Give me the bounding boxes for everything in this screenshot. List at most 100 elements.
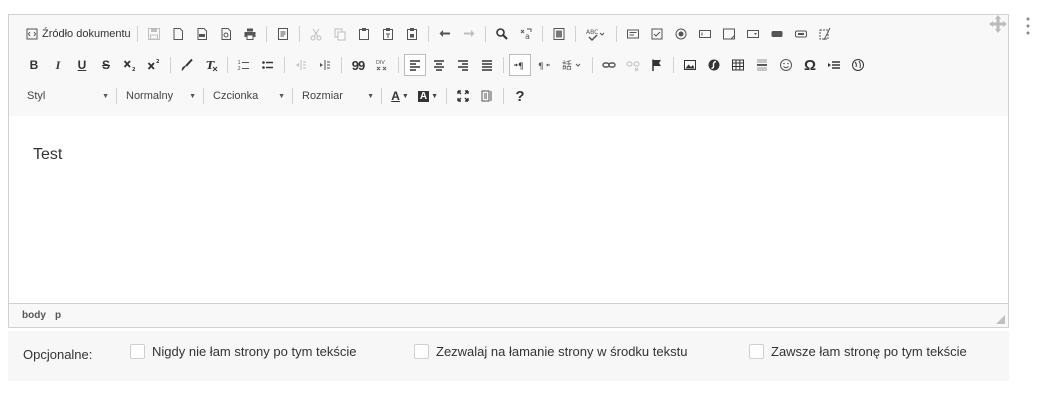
paste-button[interactable] — [353, 23, 375, 45]
checkbox[interactable] — [749, 344, 764, 359]
move-icon[interactable] — [988, 14, 1008, 34]
templates-button[interactable] — [272, 23, 294, 45]
button-field-button[interactable] — [766, 23, 788, 45]
page-break-button[interactable] — [823, 54, 845, 76]
strike-button[interactable]: S — [95, 54, 117, 76]
remove-format-button[interactable]: T — [200, 54, 222, 76]
format-combo[interactable]: Normalny ▼ — [122, 85, 200, 107]
source-button[interactable]: Źródło dokumentu — [23, 23, 134, 45]
option-never-break[interactable]: Nigdy nie łam strony po tym tekście — [130, 344, 356, 359]
hidden-field-button[interactable] — [814, 23, 836, 45]
form-button[interactable] — [622, 23, 644, 45]
align-right-button[interactable] — [452, 54, 474, 76]
help-button[interactable]: ? — [509, 85, 531, 107]
text-field-button[interactable] — [694, 23, 716, 45]
toolbar-separator — [341, 57, 342, 73]
special-char-button[interactable]: Ω — [799, 54, 821, 76]
underline-button[interactable]: U — [71, 54, 93, 76]
superscript-button[interactable]: 2 — [143, 54, 165, 76]
indent-button[interactable] — [314, 54, 336, 76]
rtl-button[interactable]: ¶ — [533, 54, 555, 76]
copy-button[interactable] — [329, 23, 351, 45]
bg-color-button[interactable]: A ▼ — [415, 85, 441, 107]
maximize-button[interactable] — [452, 85, 474, 107]
numbered-list-button[interactable]: 12 — [233, 54, 255, 76]
align-center-button[interactable] — [428, 54, 450, 76]
text-color-button[interactable]: A ▼ — [387, 85, 413, 107]
paste-text-button[interactable] — [377, 23, 399, 45]
show-blocks-button[interactable] — [476, 85, 498, 107]
remove-format-icon: T — [206, 59, 218, 72]
table-icon — [732, 59, 744, 71]
toolbar-separator — [541, 26, 543, 42]
rtl-icon: ¶ — [538, 62, 550, 72]
image-button-field-button[interactable] — [790, 23, 812, 45]
kebab-menu-icon[interactable] — [1024, 16, 1032, 36]
horizontal-rule-button[interactable] — [751, 54, 773, 76]
flash-button[interactable] — [703, 54, 725, 76]
export-pdf-button[interactable] — [191, 23, 213, 45]
subscript-button[interactable]: 2 — [119, 54, 141, 76]
editor-content[interactable]: Test — [9, 116, 1008, 304]
svg-text:a: a — [525, 32, 530, 41]
checkbox-button[interactable] — [646, 23, 668, 45]
chevron-down-icon: ▼ — [401, 92, 409, 100]
save-button[interactable] — [143, 23, 165, 45]
textarea-button[interactable] — [718, 23, 740, 45]
ltr-button[interactable]: ¶ — [509, 54, 531, 76]
toolbar-separator — [203, 88, 204, 104]
form-icon — [626, 29, 639, 39]
checkbox[interactable] — [130, 344, 145, 359]
align-left-button[interactable] — [404, 54, 426, 76]
replace-button[interactable]: a — [515, 23, 537, 45]
redo-button[interactable] — [458, 23, 480, 45]
print-button[interactable] — [239, 23, 261, 45]
font-combo[interactable]: Czcionka ▼ — [209, 85, 289, 107]
link-button[interactable] — [598, 54, 620, 76]
style-combo[interactable]: Styl ▼ — [23, 85, 113, 107]
table-button[interactable] — [727, 54, 749, 76]
smiley-button[interactable] — [775, 54, 797, 76]
textarea-icon — [722, 28, 735, 40]
cut-button[interactable] — [305, 23, 327, 45]
find-button[interactable] — [491, 23, 513, 45]
align-left-icon — [410, 60, 420, 71]
option-allow-break-inside[interactable]: Zezwalaj na łamanie strony w środku teks… — [414, 344, 687, 359]
spellcheck-button[interactable]: ABC — [581, 23, 611, 45]
option-label: Zezwalaj na łamanie strony w środku teks… — [436, 344, 688, 359]
option-always-break[interactable]: Zawsze łam stronę po tym tekście — [749, 344, 967, 359]
undo-button[interactable] — [434, 23, 456, 45]
checkbox[interactable] — [414, 344, 429, 359]
source-icon — [26, 28, 38, 40]
anchor-button[interactable] — [646, 54, 668, 76]
page-break-icon — [828, 61, 840, 69]
justify-button[interactable] — [476, 54, 498, 76]
path-body[interactable]: body — [22, 310, 46, 321]
content-paragraph[interactable]: Test — [33, 146, 62, 164]
iframe-button[interactable] — [847, 54, 869, 76]
new-page-button[interactable] — [167, 23, 189, 45]
bold-button[interactable]: B — [23, 54, 45, 76]
toolbar-separator — [398, 57, 399, 73]
radio-button[interactable] — [670, 23, 692, 45]
language-button[interactable]: 話 — [557, 54, 587, 76]
create-div-button[interactable]: DIV — [371, 54, 393, 76]
select-all-button[interactable] — [548, 23, 570, 45]
size-combo[interactable]: Rozmiar ▼ — [298, 85, 378, 107]
button-field-icon — [771, 31, 783, 37]
preview-button[interactable] — [215, 23, 237, 45]
copy-format-button[interactable] — [176, 54, 198, 76]
image-button[interactable] — [679, 54, 701, 76]
path-p[interactable]: p — [55, 310, 61, 321]
link-icon — [602, 62, 616, 68]
bulleted-list-button[interactable] — [257, 54, 279, 76]
unlink-button[interactable] — [622, 54, 644, 76]
blockquote-button[interactable]: 99 — [347, 54, 369, 76]
italic-button[interactable]: I — [47, 54, 69, 76]
paste-word-button[interactable] — [401, 23, 423, 45]
outdent-button[interactable] — [290, 54, 312, 76]
select-field-button[interactable] — [742, 23, 764, 45]
superscript-icon: 2 — [147, 59, 160, 70]
resize-handle[interactable] — [996, 315, 1005, 324]
toolbar-separator — [615, 26, 617, 42]
